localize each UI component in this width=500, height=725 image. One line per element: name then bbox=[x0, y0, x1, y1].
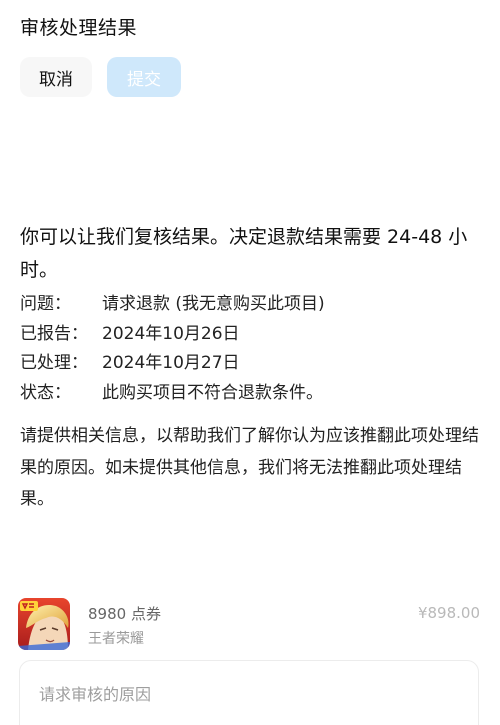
detail-row-status: 状态： 此购买项目不符合退款条件。 bbox=[20, 379, 325, 409]
detail-value: 2024年10月27日 bbox=[102, 353, 240, 373]
review-result-page: 审核处理结果 取消 提交 你可以让我们复核结果。决定退款结果需要 24-48 小… bbox=[0, 0, 500, 725]
product-item: 8980 点券 王者荣耀 ¥898.00 bbox=[18, 598, 482, 654]
game-app-icon bbox=[18, 598, 70, 650]
detail-value: 此购买项目不符合退款条件。 bbox=[102, 382, 323, 403]
review-reason-input[interactable] bbox=[19, 660, 479, 725]
description-text: 请提供相关信息，以帮助我们了解你认为应该推翻此项处理结果的原因。如未提供其他信息… bbox=[20, 426, 479, 509]
detail-value: 请求退款 (我无意购买此项目) bbox=[102, 294, 325, 314]
detail-value: 2024年10月26日 bbox=[102, 323, 240, 344]
detail-label: 问题： bbox=[20, 294, 71, 314]
review-heading: 你可以让我们复核结果。决定退款结果需要 24-48 小时。 bbox=[20, 226, 468, 281]
detail-row-reported: 已报告： 2024年10月26日 bbox=[20, 320, 325, 350]
product-name: 8980 点券 bbox=[88, 605, 161, 623]
detail-row-processed: 已处理： 2024年10月27日 bbox=[20, 349, 325, 379]
product-price: ¥898.00 bbox=[417, 604, 480, 622]
cancel-button[interactable]: 取消 bbox=[20, 57, 92, 97]
detail-row-issue: 问题： 请求退款 (我无意购买此项目) bbox=[20, 290, 325, 320]
page-title: 审核处理结果 bbox=[20, 17, 138, 39]
detail-label: 状态： bbox=[20, 382, 71, 403]
product-app-name: 王者荣耀 bbox=[88, 631, 144, 647]
details-list: 问题： 请求退款 (我无意购买此项目) 已报告： 2024年10月26日 已处理… bbox=[20, 290, 325, 408]
detail-label: 已处理： bbox=[20, 353, 88, 373]
submit-button[interactable]: 提交 bbox=[107, 57, 181, 97]
detail-label: 已报告： bbox=[20, 323, 88, 344]
